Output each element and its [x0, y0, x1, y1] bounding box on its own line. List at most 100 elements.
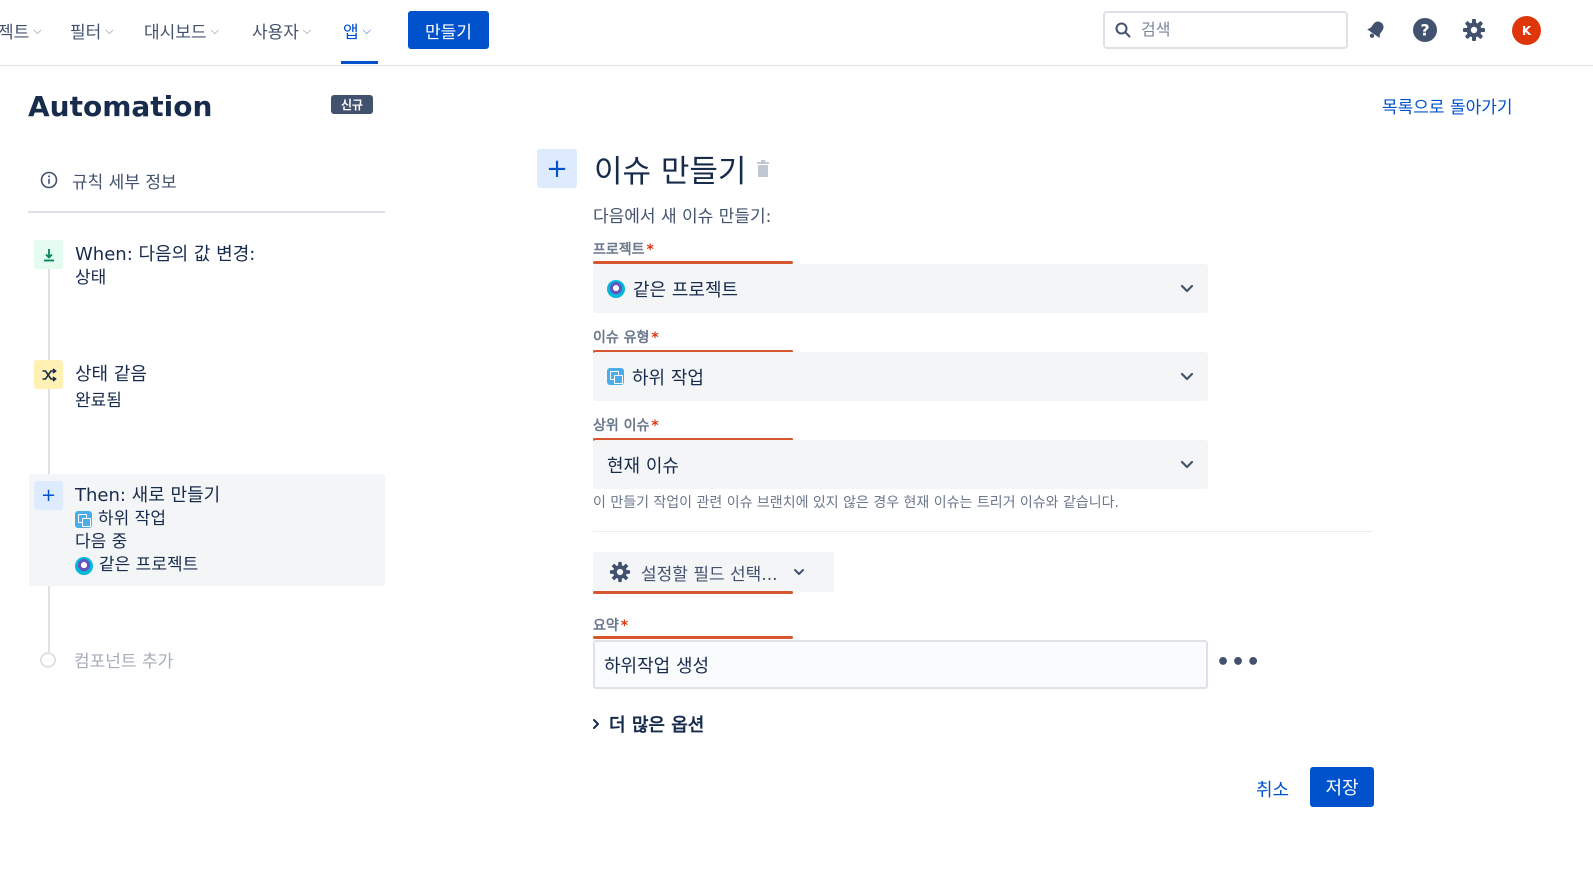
- help-icon: ?: [1413, 18, 1437, 42]
- svg-text:?: ?: [1420, 21, 1429, 40]
- issue-type-select-value: 하위 작업: [632, 367, 704, 389]
- nav-apps-label: 앱: [343, 22, 359, 43]
- action-step-project: 같은 프로젝트: [75, 554, 220, 577]
- action-step-issue-type: 하위 작업: [75, 508, 220, 531]
- trigger-step[interactable]: When: 다음의 값 변경: 상태: [34, 240, 255, 290]
- more-options-label: 더 많은 옵션: [609, 715, 705, 736]
- summary-field-label: 요약 *: [593, 615, 628, 635]
- subtask-icon: [75, 511, 92, 528]
- required-mark: *: [651, 418, 659, 434]
- trigger-icon: [34, 240, 63, 269]
- trigger-step-detail: 상태: [75, 268, 107, 288]
- gear-icon: [1463, 19, 1485, 41]
- condition-step-detail: 완료됨: [75, 391, 122, 411]
- chevron-down-icon: ⌵: [302, 24, 312, 37]
- parent-issue-select[interactable]: 현재 이슈: [593, 440, 1208, 489]
- issue-type-label-text: 이슈 유형: [593, 330, 650, 346]
- section-divider: [593, 531, 1373, 532]
- parent-issue-field-label: 상위 이슈 *: [593, 415, 659, 435]
- field-highlight-line: [593, 591, 793, 594]
- project-select-value: 같은 프로젝트: [633, 279, 739, 301]
- search-input[interactable]: 검색: [1103, 11, 1348, 49]
- required-mark: *: [651, 330, 659, 346]
- nav-dashboards-label: 대시보드: [144, 22, 207, 43]
- rule-details-item[interactable]: 규칙 세부 정보: [28, 158, 385, 202]
- nav-filters-label: 필터: [70, 22, 102, 43]
- nav-dashboards[interactable]: 대시보드 ⌵: [144, 18, 219, 43]
- bell-icon: [1367, 21, 1384, 38]
- active-nav-indicator: [341, 61, 378, 64]
- cancel-button[interactable]: 취소: [1256, 776, 1289, 802]
- search-placeholder: 검색: [1141, 20, 1171, 39]
- action-step-project-label: 같은 프로젝트: [99, 555, 199, 575]
- project-icon: [607, 279, 625, 298]
- project-select[interactable]: 같은 프로젝트: [593, 264, 1208, 313]
- save-button[interactable]: 저장: [1310, 767, 1374, 807]
- action-step[interactable]: + Then: 새로 만들기 하위 작업 다음 중 같은 프로젝트: [34, 481, 220, 577]
- chevron-down-icon: ⌵: [362, 24, 371, 37]
- choose-fields-label: 설정할 필드 선택...: [641, 564, 778, 585]
- action-subtitle: 다음에서 새 이슈 만들기:: [593, 207, 772, 227]
- action-title: 이슈 만들기: [594, 154, 747, 190]
- nav-people-label: 사용자: [252, 22, 299, 43]
- top-navigation: 젝트 ⌵ 필터 ⌵ 대시보드 ⌵ 사용자 ⌵ 앱 ⌵ 만들기 검색 ? K: [0, 0, 1593, 66]
- chevron-down-icon: ⌵: [33, 24, 42, 37]
- issue-type-select[interactable]: 하위 작업: [593, 352, 1208, 401]
- choose-fields-button[interactable]: 설정할 필드 선택...: [593, 552, 834, 592]
- parent-issue-label-text: 상위 이슈: [593, 418, 650, 434]
- plus-icon: +: [537, 149, 577, 188]
- sidebar-divider: [28, 211, 385, 213]
- help-button[interactable]: ?: [1412, 17, 1438, 43]
- required-mark: *: [620, 618, 629, 634]
- more-actions-icon[interactable]: •••: [1216, 650, 1261, 675]
- project-label-text: 프로젝트: [593, 242, 645, 258]
- summary-input[interactable]: 하위작업 생성: [593, 640, 1208, 689]
- gear-icon: [609, 561, 631, 583]
- action-step-issue-type-label: 하위 작업: [98, 509, 166, 529]
- chevron-down-icon: [793, 569, 804, 575]
- page-title: Automation: [28, 90, 213, 123]
- field-highlight-line: [593, 636, 793, 639]
- parent-issue-hint: 이 만들기 작업이 관련 이슈 브랜치에 있지 않은 경우 현재 이슈는 트리거…: [593, 495, 1119, 511]
- plus-icon: +: [34, 481, 63, 510]
- nav-apps[interactable]: 앱 ⌵: [343, 18, 371, 43]
- rule-details-label: 규칙 세부 정보: [72, 172, 177, 193]
- more-options-toggle[interactable]: 더 많은 옵션: [591, 711, 704, 737]
- nav-filters[interactable]: 필터 ⌵: [70, 18, 114, 43]
- nav-projects-label: 젝트: [0, 22, 30, 43]
- chevron-down-icon: ⌵: [105, 24, 114, 37]
- action-step-in: 다음 중: [75, 532, 128, 552]
- chevron-down-icon: [1180, 372, 1194, 381]
- shuffle-icon: [34, 360, 63, 389]
- info-icon: [40, 171, 58, 189]
- subtask-icon: [607, 368, 624, 385]
- add-component-button[interactable]: 컴포넌트 추가: [40, 647, 173, 672]
- summary-label-text: 요약: [593, 618, 619, 634]
- chevron-right-icon: [593, 719, 599, 729]
- empty-circle-icon: [40, 651, 56, 668]
- add-component-label: 컴포넌트 추가: [74, 652, 174, 672]
- condition-step-title: 상태 같음: [75, 364, 147, 385]
- rule-timeline-line: [48, 252, 50, 660]
- action-step-title: Then: 새로 만들기: [75, 485, 221, 506]
- required-mark: *: [646, 242, 654, 258]
- project-field-label: 프로젝트 *: [593, 239, 654, 259]
- notifications-button[interactable]: [1363, 17, 1389, 43]
- search-icon: [1115, 22, 1131, 38]
- project-icon: [75, 556, 93, 575]
- settings-button[interactable]: [1461, 17, 1487, 43]
- nav-people[interactable]: 사용자 ⌵: [252, 18, 312, 43]
- issue-type-field-label: 이슈 유형 *: [593, 327, 659, 347]
- condition-step[interactable]: 상태 같음 완료됨: [34, 360, 147, 413]
- create-button[interactable]: 만들기: [408, 11, 489, 49]
- parent-issue-select-value: 현재 이슈: [607, 455, 679, 477]
- chevron-down-icon: [1180, 284, 1194, 293]
- back-to-list-link[interactable]: 목록으로 돌아가기: [1382, 93, 1513, 118]
- new-badge: 신규: [331, 95, 373, 114]
- nav-projects[interactable]: 젝트 ⌵: [0, 18, 42, 43]
- chevron-down-icon: [1180, 460, 1194, 469]
- chevron-down-icon: ⌵: [210, 24, 219, 37]
- avatar[interactable]: K: [1512, 16, 1541, 45]
- trash-icon[interactable]: [756, 160, 770, 177]
- trigger-step-title: When: 다음의 값 변경:: [75, 244, 256, 265]
